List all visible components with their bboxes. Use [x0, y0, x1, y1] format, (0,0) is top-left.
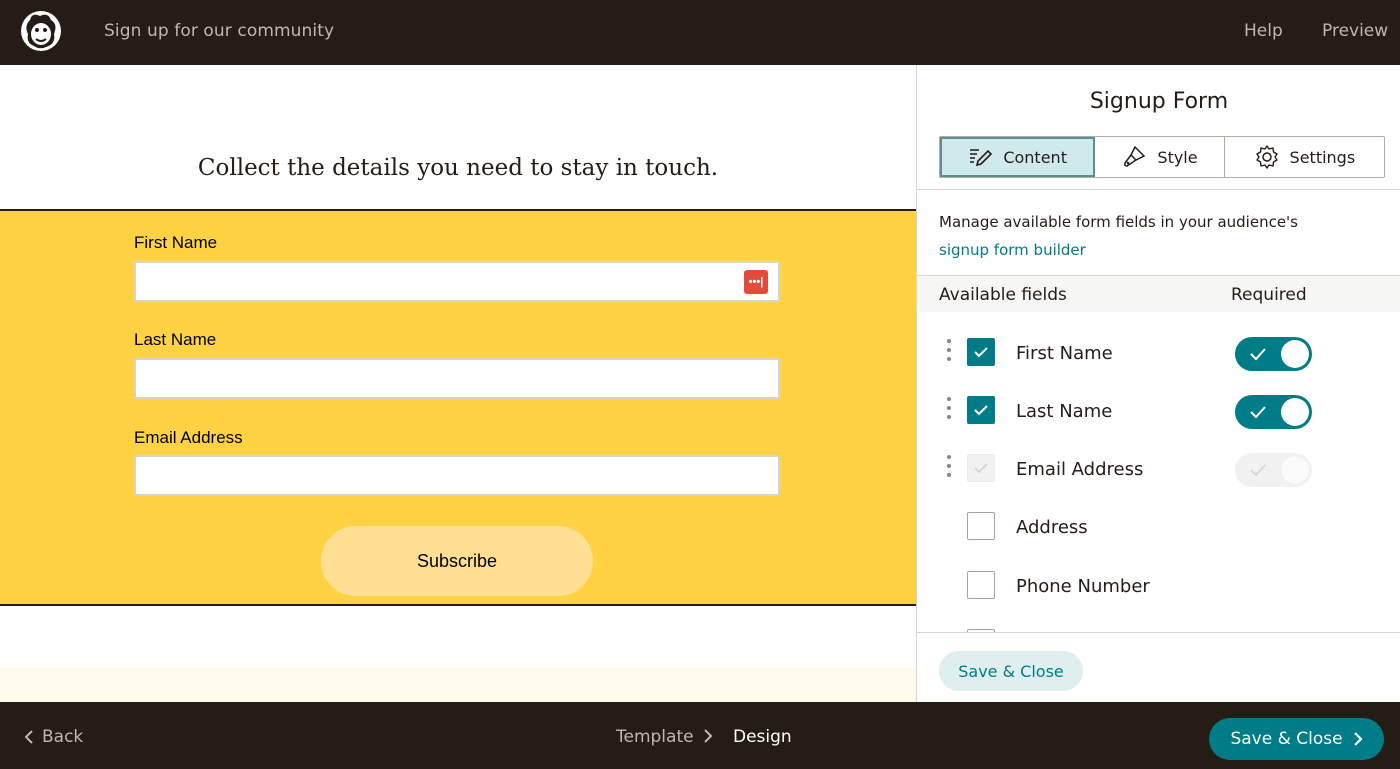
- last-name-input[interactable]: [134, 358, 780, 399]
- tab-settings-label: Settings: [1289, 147, 1356, 167]
- address-checkbox[interactable]: [967, 512, 995, 540]
- signup-form-builder-link[interactable]: signup form builder: [939, 241, 1086, 259]
- check-icon: [1250, 464, 1266, 477]
- check-icon: [974, 347, 988, 358]
- signup-form-panel: Signup Form Content Style Settings Manag…: [916, 65, 1400, 702]
- check-icon: [1250, 406, 1266, 419]
- first-name-input[interactable]: •••|: [134, 261, 780, 302]
- available-fields-header: Available fields: [939, 285, 1067, 305]
- chevron-left-icon: [24, 730, 33, 744]
- form-heading[interactable]: Collect the details you need to stay in …: [0, 155, 916, 181]
- check-icon: [1250, 348, 1266, 361]
- chevron-right-icon: [704, 729, 713, 743]
- email-address-required-toggle: [1235, 453, 1312, 487]
- list-item: Last Name: [917, 378, 1400, 436]
- back-button[interactable]: Back: [24, 727, 83, 747]
- field-name: Address: [1016, 517, 1088, 538]
- email-address-checkbox: [967, 454, 995, 482]
- gear-icon: [1255, 145, 1278, 169]
- drag-handle-icon[interactable]: [947, 455, 953, 481]
- last-name-required-toggle[interactable]: [1235, 395, 1312, 429]
- drag-handle-icon[interactable]: [947, 339, 953, 365]
- check-icon: [974, 405, 988, 416]
- panel-divider: [917, 189, 1400, 190]
- list-item: Email Address: [917, 436, 1400, 494]
- tab-content[interactable]: Content: [940, 137, 1096, 177]
- list-item: Address: [917, 494, 1400, 552]
- panel-title: Signup Form: [1089, 89, 1229, 114]
- field-name: Email Address: [1016, 459, 1144, 480]
- manage-fields-description: Manage available form fields in your aud…: [939, 213, 1298, 231]
- form-fields-block[interactable]: First Name •••| Last Name Email Address …: [0, 209, 916, 606]
- field-name: Last Name: [1016, 401, 1113, 422]
- email-address-label: Email Address: [134, 428, 243, 447]
- preview-link[interactable]: Preview: [1322, 21, 1388, 41]
- subscribe-button[interactable]: Subscribe: [321, 526, 593, 596]
- help-link[interactable]: Help: [1244, 21, 1283, 41]
- required-header: Required: [1231, 285, 1307, 305]
- pencil-lines-icon: [970, 149, 993, 167]
- field-list: First Name Last Name Email Address Addre…: [917, 312, 1400, 632]
- form-preview-canvas: Collect the details you need to stay in …: [0, 65, 916, 702]
- tab-style[interactable]: Style: [1095, 137, 1225, 177]
- top-bar: Sign up for our community Help Preview: [0, 0, 1400, 65]
- fields-table-header: Available fields Required: [917, 275, 1400, 312]
- tab-settings[interactable]: Settings: [1225, 137, 1384, 177]
- canvas-footer-area: [0, 666, 916, 702]
- save-close-button[interactable]: Save & Close: [1209, 718, 1384, 760]
- panel-tabs: Content Style Settings: [939, 136, 1385, 178]
- check-icon: [974, 463, 988, 474]
- field-name: Phone Number: [1016, 576, 1150, 597]
- list-item: Phone Number: [917, 553, 1400, 611]
- bottom-bar: Back Template Design Save & Close: [0, 702, 1400, 769]
- panel-footer: Save & Close: [917, 632, 1400, 702]
- campaign-title: Sign up for our community: [104, 21, 335, 41]
- first-name-label: First Name: [134, 233, 218, 252]
- breadcrumb-template[interactable]: Template: [616, 727, 694, 747]
- email-address-input[interactable]: [134, 455, 780, 496]
- phone-number-checkbox[interactable]: [967, 571, 995, 599]
- drag-handle-icon[interactable]: [947, 397, 953, 423]
- paint-brush-icon: [1124, 145, 1146, 167]
- password-manager-icon[interactable]: •••|: [744, 270, 768, 294]
- field-name: First Name: [1016, 343, 1113, 364]
- tab-style-label: Style: [1157, 147, 1198, 167]
- list-item: [917, 611, 1400, 632]
- breadcrumb-design: Design: [733, 727, 792, 747]
- first-name-required-toggle[interactable]: [1235, 337, 1312, 371]
- tab-content-label: Content: [1003, 147, 1067, 167]
- last-name-checkbox[interactable]: [967, 396, 995, 424]
- list-item: First Name: [917, 320, 1400, 378]
- panel-save-close-button[interactable]: Save & Close: [939, 651, 1083, 691]
- back-label: Back: [42, 727, 84, 747]
- last-name-label: Last Name: [134, 330, 217, 349]
- first-name-checkbox[interactable]: [967, 338, 995, 366]
- chevron-right-icon: [1353, 732, 1363, 746]
- save-close-label: Save & Close: [1230, 729, 1343, 749]
- manage-fields-text: Manage available form fields in your aud…: [939, 208, 1379, 264]
- mailchimp-logo-icon[interactable]: [18, 8, 64, 54]
